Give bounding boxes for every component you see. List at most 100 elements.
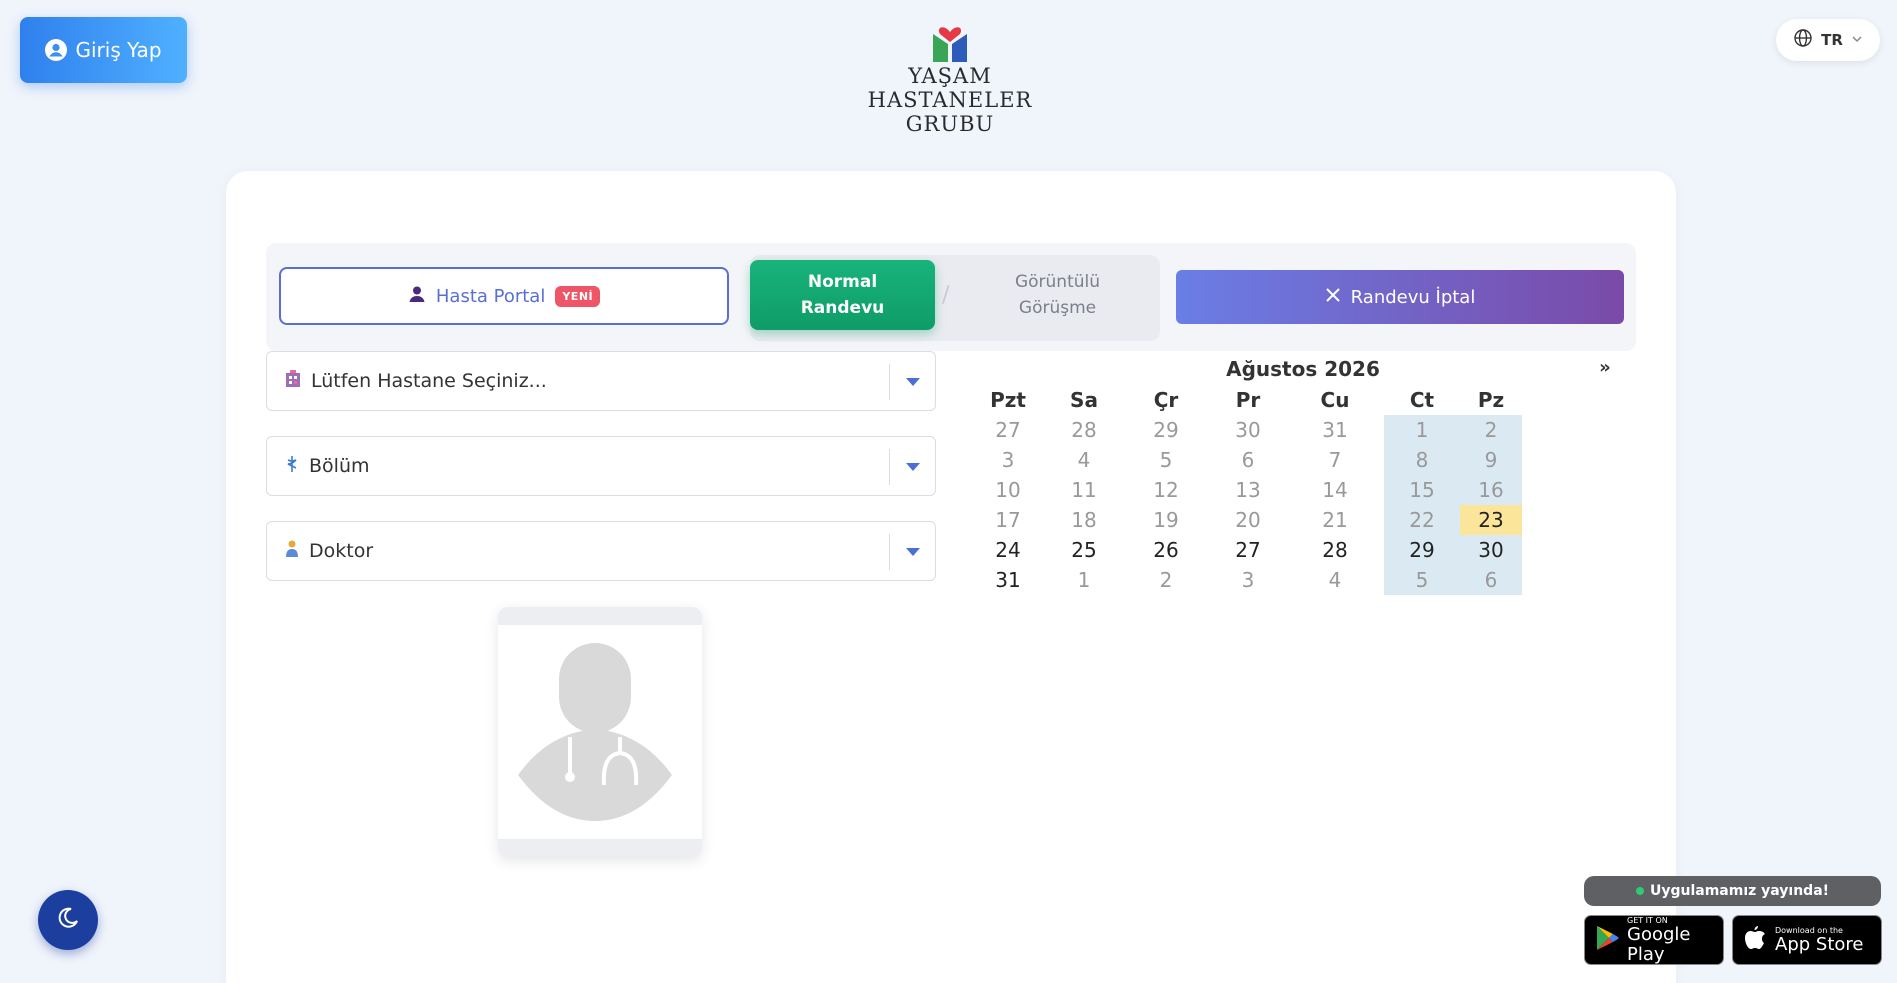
normal-appointment-tab[interactable]: Normal Randevu	[750, 260, 935, 330]
calendar-day[interactable]: 6	[1210, 445, 1286, 475]
calendar-day[interactable]: 6	[1460, 565, 1522, 595]
calendar-day[interactable]: 15	[1384, 475, 1460, 505]
calendar-day[interactable]: 8	[1384, 445, 1460, 475]
calendar-grid: Pzt Sa Çr Pr Cu Ct Pz 27 28 29 30 31 1 2 3 4 5 6 7 8 9 10 11 1…	[970, 385, 1522, 595]
tab-separator: /	[942, 283, 950, 308]
video-consultation-tab[interactable]: Görüntülü Görüşme	[965, 260, 1150, 330]
calendar-day[interactable]: 4	[1046, 445, 1122, 475]
normal-tab-line2: Randevu	[800, 298, 885, 318]
calendar-day[interactable]: 28	[1286, 535, 1384, 565]
department-select[interactable]: Bölüm	[266, 436, 936, 496]
close-icon	[1325, 287, 1341, 308]
calendar-day[interactable]: 3	[970, 445, 1046, 475]
doctor-photo-card	[498, 607, 702, 857]
dark-mode-toggle[interactable]	[38, 890, 98, 950]
calendar-day[interactable]: 31	[1286, 415, 1384, 445]
caret-down-icon	[889, 364, 935, 400]
calendar-day[interactable]: 17	[970, 505, 1046, 535]
app-store-big: App Store	[1775, 933, 1864, 955]
app-banner-text: Uygulamamız yayında!	[1649, 883, 1830, 899]
language-code: TR	[1821, 31, 1843, 49]
user-circle-icon	[45, 39, 68, 61]
cancel-appointment-label: Randevu İptal	[1350, 286, 1476, 308]
calendar-month-title: Ağustos 2026	[1226, 357, 1380, 381]
calendar-day[interactable]: 30	[1210, 415, 1286, 445]
calendar-day[interactable]: 5	[1122, 445, 1210, 475]
calendar-day[interactable]: 7	[1286, 445, 1384, 475]
calendar-day[interactable]: 30	[1460, 535, 1522, 565]
calendar-weekday: Çr	[1153, 388, 1179, 412]
calendar-weekday: Ct	[1409, 388, 1435, 412]
live-dot-icon	[1635, 887, 1644, 895]
calendar-weekday: Sa	[1070, 388, 1098, 412]
calendar-weekday: Pzt	[990, 388, 1026, 412]
calendar-day[interactable]: 3	[1210, 565, 1286, 595]
calendar-day[interactable]: 29	[1384, 535, 1460, 565]
login-label: Giriş Yap	[75, 38, 162, 62]
calendar-day[interactable]: 28	[1046, 415, 1122, 445]
hospital-logo[interactable]: YAŞAM HASTANELER GRUBU	[820, 18, 1080, 136]
hospital-select[interactable]: Lütfen Hastane Seçiniz...	[266, 351, 936, 411]
logo-mark-icon	[928, 18, 972, 64]
calendar-day[interactable]: 21	[1286, 505, 1384, 535]
appointment-tabbar: Hasta Portal YENİ Normal Randevu / Görün…	[266, 243, 1636, 351]
calendar-next-button[interactable]: »	[1590, 357, 1620, 378]
video-tab-line2: Görüşme	[1018, 298, 1097, 318]
calendar-day[interactable]: 13	[1210, 475, 1286, 505]
calendar-day[interactable]: 1	[1046, 565, 1122, 595]
calendar-day[interactable]: 22	[1384, 505, 1460, 535]
app-available-banner: Uygulamamız yayında!	[1584, 876, 1881, 906]
calendar-day[interactable]: 2	[1460, 415, 1522, 445]
logo-text-line2: HASTANELER GRUBU	[867, 88, 1033, 136]
calendar-day[interactable]: 18	[1046, 505, 1122, 535]
appointment-type-toggle: Normal Randevu / Görüntülü Görüşme	[750, 255, 1160, 341]
appointment-calendar: Ağustos 2026 » Pzt Sa Çr Pr Cu Ct Pz 27 28 29 30 3…	[970, 351, 1630, 611]
calendar-day[interactable]: 20	[1210, 505, 1286, 535]
google-play-icon	[1595, 925, 1619, 955]
calendar-day[interactable]: 1	[1384, 415, 1460, 445]
apple-icon	[1743, 924, 1767, 956]
calendar-day[interactable]: 2	[1122, 565, 1210, 595]
login-button[interactable]: Giriş Yap	[20, 17, 187, 83]
language-selector[interactable]: TR	[1776, 19, 1880, 61]
calendar-day[interactable]: 24	[970, 535, 1046, 565]
globe-icon	[1793, 28, 1813, 52]
calendar-day[interactable]: 5	[1384, 565, 1460, 595]
app-store-button[interactable]: Download on the App Store	[1732, 915, 1882, 965]
new-badge: YENİ	[555, 285, 601, 307]
calendar-day[interactable]: 29	[1122, 415, 1210, 445]
caret-down-icon	[889, 449, 935, 485]
user-icon	[408, 285, 426, 308]
caduceus-icon	[285, 455, 299, 478]
caret-down-icon	[889, 534, 935, 570]
calendar-day[interactable]: 16	[1460, 475, 1522, 505]
calendar-day[interactable]: 27	[1210, 535, 1286, 565]
calendar-day[interactable]: 25	[1046, 535, 1122, 565]
video-tab-line1: Görüntülü	[1014, 272, 1101, 292]
appointment-card: Hasta Portal YENİ Normal Randevu / Görün…	[226, 171, 1676, 983]
google-play-button[interactable]: GET IT ON Google Play	[1584, 915, 1724, 965]
chevron-down-icon	[1851, 31, 1863, 49]
calendar-weekday: Pr	[1235, 388, 1261, 412]
calendar-day[interactable]: 23	[1460, 505, 1522, 535]
calendar-weekday: Cu	[1320, 388, 1350, 412]
doctor-select[interactable]: Doktor	[266, 521, 936, 581]
calendar-day[interactable]: 10	[970, 475, 1046, 505]
calendar-day[interactable]: 27	[970, 415, 1046, 445]
calendar-day[interactable]: 12	[1122, 475, 1210, 505]
doctor-icon	[285, 540, 299, 563]
hospital-select-placeholder: Lütfen Hastane Seçiniz...	[311, 370, 547, 392]
patient-portal-button[interactable]: Hasta Portal YENİ	[279, 267, 729, 325]
calendar-day[interactable]: 9	[1460, 445, 1522, 475]
calendar-day[interactable]: 4	[1286, 565, 1384, 595]
calendar-day[interactable]: 26	[1122, 535, 1210, 565]
calendar-day[interactable]: 14	[1286, 475, 1384, 505]
google-play-big: Google Play	[1627, 923, 1691, 965]
calendar-day[interactable]: 31	[970, 565, 1046, 595]
cancel-appointment-button[interactable]: Randevu İptal	[1176, 270, 1624, 324]
calendar-day[interactable]: 11	[1046, 475, 1122, 505]
doctor-select-placeholder: Doktor	[309, 540, 374, 562]
department-select-placeholder: Bölüm	[309, 455, 370, 477]
logo-text-line1: YAŞAM	[908, 64, 992, 88]
calendar-day[interactable]: 19	[1122, 505, 1210, 535]
